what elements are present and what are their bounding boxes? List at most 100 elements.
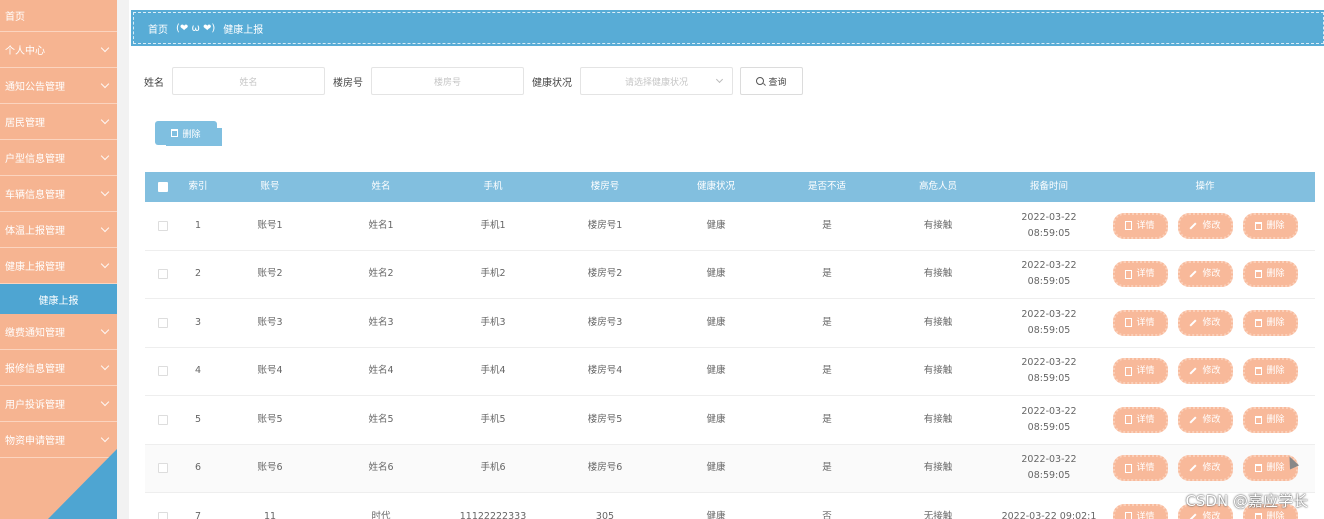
detail-button[interactable]: 详情 <box>1112 406 1168 433</box>
sidebar-item-label: 车辆信息管理 <box>5 190 65 201</box>
row-name: 时代 <box>371 510 391 519</box>
detail-button[interactable]: 详情 <box>1112 212 1168 239</box>
row-select-cell <box>145 463 181 474</box>
sidebar-item-complaint[interactable]: 用户投诉管理 <box>0 386 117 422</box>
row-checkbox[interactable] <box>158 269 168 280</box>
delete-button[interactable]: 删除 <box>1242 406 1298 433</box>
sidebar-decoration <box>48 449 117 519</box>
edit-button[interactable]: 修改 <box>1177 455 1233 482</box>
health-select[interactable]: 请选择健康状况 <box>580 67 733 95</box>
detail-button[interactable]: 详情 <box>1112 503 1168 519</box>
building-input-placeholder: 楼房号 <box>433 77 461 88</box>
detail-button-label: 详情 <box>1136 317 1155 328</box>
edit-button[interactable]: 修改 <box>1177 309 1233 336</box>
bulk-delete-button[interactable]: 删除 <box>155 121 217 145</box>
row-building: 楼房号2 <box>587 268 623 280</box>
delete-button[interactable]: 删除 <box>1242 261 1298 288</box>
sidebar-item-personal-center[interactable]: 个人中心 <box>0 32 117 68</box>
edit-button[interactable]: 修改 <box>1177 406 1233 433</box>
name-input[interactable]: 姓名 <box>172 67 325 95</box>
detail-button[interactable]: 详情 <box>1112 358 1168 385</box>
sidebar-item-house-type[interactable]: 户型信息管理 <box>0 140 117 176</box>
edit-button-label: 修改 <box>1202 463 1221 474</box>
sidebar-item-home[interactable]: 首页 <box>0 0 117 32</box>
row-name: 姓名5 <box>368 413 394 425</box>
column-header-health: 健康状况 <box>696 181 735 192</box>
document-icon <box>1125 512 1133 519</box>
row-health: 健康 <box>706 316 726 328</box>
sidebar-item-label: 户型信息管理 <box>5 154 65 165</box>
row-checkbox[interactable] <box>158 366 168 377</box>
row-building: 305 <box>595 510 615 519</box>
row-checkbox[interactable] <box>158 414 168 425</box>
row-account: 11 <box>263 510 277 519</box>
sidebar-item-label: 物资申请管理 <box>5 436 65 447</box>
row-account: 账号2 <box>257 268 283 280</box>
column-header-risk: 高危人员 <box>918 181 957 192</box>
trash-icon <box>1255 318 1263 327</box>
pencil-icon <box>1189 416 1198 424</box>
row-time: 2022-03-22 09:02:1 <box>1001 510 1097 519</box>
row-time: 2022-03-22 08:59:05 <box>1021 454 1077 482</box>
sidebar-item-notice[interactable]: 通知公告管理 <box>0 68 117 104</box>
column-header-actions: 操作 <box>1195 181 1215 192</box>
row-health: 健康 <box>706 510 726 519</box>
select-all-checkbox[interactable] <box>158 182 168 192</box>
row-checkbox[interactable] <box>158 220 168 231</box>
edit-button[interactable]: 修改 <box>1177 212 1233 239</box>
sidebar-item-label: 体温上报管理 <box>5 226 65 237</box>
row-actions: 详情 修改 删除 <box>1105 212 1305 239</box>
breadcrumb-home[interactable]: 首页 <box>148 21 168 36</box>
sidebar-item-temperature[interactable]: 体温上报管理 <box>0 212 117 248</box>
delete-button-label: 删除 <box>1266 220 1285 231</box>
document-icon <box>1125 318 1133 328</box>
row-checkbox[interactable] <box>158 317 168 328</box>
sidebar-item-health[interactable]: 健康上报管理 <box>0 248 117 284</box>
detail-button[interactable]: 详情 <box>1112 309 1168 336</box>
sidebar-item-residents[interactable]: 居民管理 <box>0 104 117 140</box>
detail-button[interactable]: 详情 <box>1112 455 1168 482</box>
chevron-down-icon <box>100 43 110 53</box>
edit-button[interactable]: 修改 <box>1177 261 1233 288</box>
detail-button[interactable]: 详情 <box>1112 261 1168 288</box>
delete-button[interactable]: 删除 <box>1242 309 1298 336</box>
row-account: 账号3 <box>257 316 283 328</box>
sidebar-subitem-health-report[interactable]: 健康上报 <box>0 284 117 314</box>
edit-button[interactable]: 修改 <box>1177 358 1233 385</box>
query-button[interactable]: 查询 <box>740 67 803 95</box>
row-building: 楼房号4 <box>587 365 623 377</box>
search-icon <box>756 77 765 85</box>
document-icon <box>1125 269 1133 279</box>
breadcrumb-current: 健康上报 <box>223 24 264 36</box>
detail-button-label: 详情 <box>1136 463 1155 474</box>
row-account: 账号4 <box>257 365 283 377</box>
delete-button-label: 删除 <box>1266 414 1285 425</box>
sidebar-item-repair[interactable]: 报修信息管理 <box>0 350 117 386</box>
row-checkbox[interactable] <box>158 463 168 474</box>
row-unwell: 是 <box>822 316 832 328</box>
document-icon <box>1125 366 1133 376</box>
row-unwell: 是 <box>822 462 832 474</box>
pencil-icon <box>1189 513 1198 519</box>
main-content: 首页 (❤ ω ❤) 健康上报 姓名 姓名 楼房号 楼房号 健康状况 请选择健康… <box>117 0 1324 519</box>
sidebar-item-label: 报修信息管理 <box>5 364 65 375</box>
delete-button[interactable]: 删除 <box>1242 212 1298 239</box>
delete-button[interactable]: 删除 <box>1242 358 1298 385</box>
sidebar-item-label: 居民管理 <box>5 118 45 129</box>
edit-button-label: 修改 <box>1202 317 1221 328</box>
row-actions: 详情 修改 删除 <box>1105 455 1305 482</box>
row-risk: 无接触 <box>923 510 953 519</box>
row-select-cell <box>145 414 181 425</box>
row-account: 账号1 <box>257 219 283 231</box>
row-checkbox[interactable] <box>158 511 168 519</box>
row-time: 2022-03-22 08:59:05 <box>1021 308 1077 336</box>
sidebar-item-vehicles[interactable]: 车辆信息管理 <box>0 176 117 212</box>
row-time: 2022-03-22 08:59:05 <box>1021 405 1077 433</box>
trash-icon <box>1255 367 1263 376</box>
search-form: 姓名 姓名 楼房号 楼房号 健康状况 请选择健康状况 查询 <box>144 67 803 95</box>
row-actions: 详情 修改 删除 <box>1105 358 1305 385</box>
building-input[interactable]: 楼房号 <box>371 67 524 95</box>
column-header-time: 报备时间 <box>1029 181 1068 192</box>
row-index: 5 <box>194 413 202 425</box>
sidebar-item-payment[interactable]: 缴费通知管理 <box>0 314 117 350</box>
